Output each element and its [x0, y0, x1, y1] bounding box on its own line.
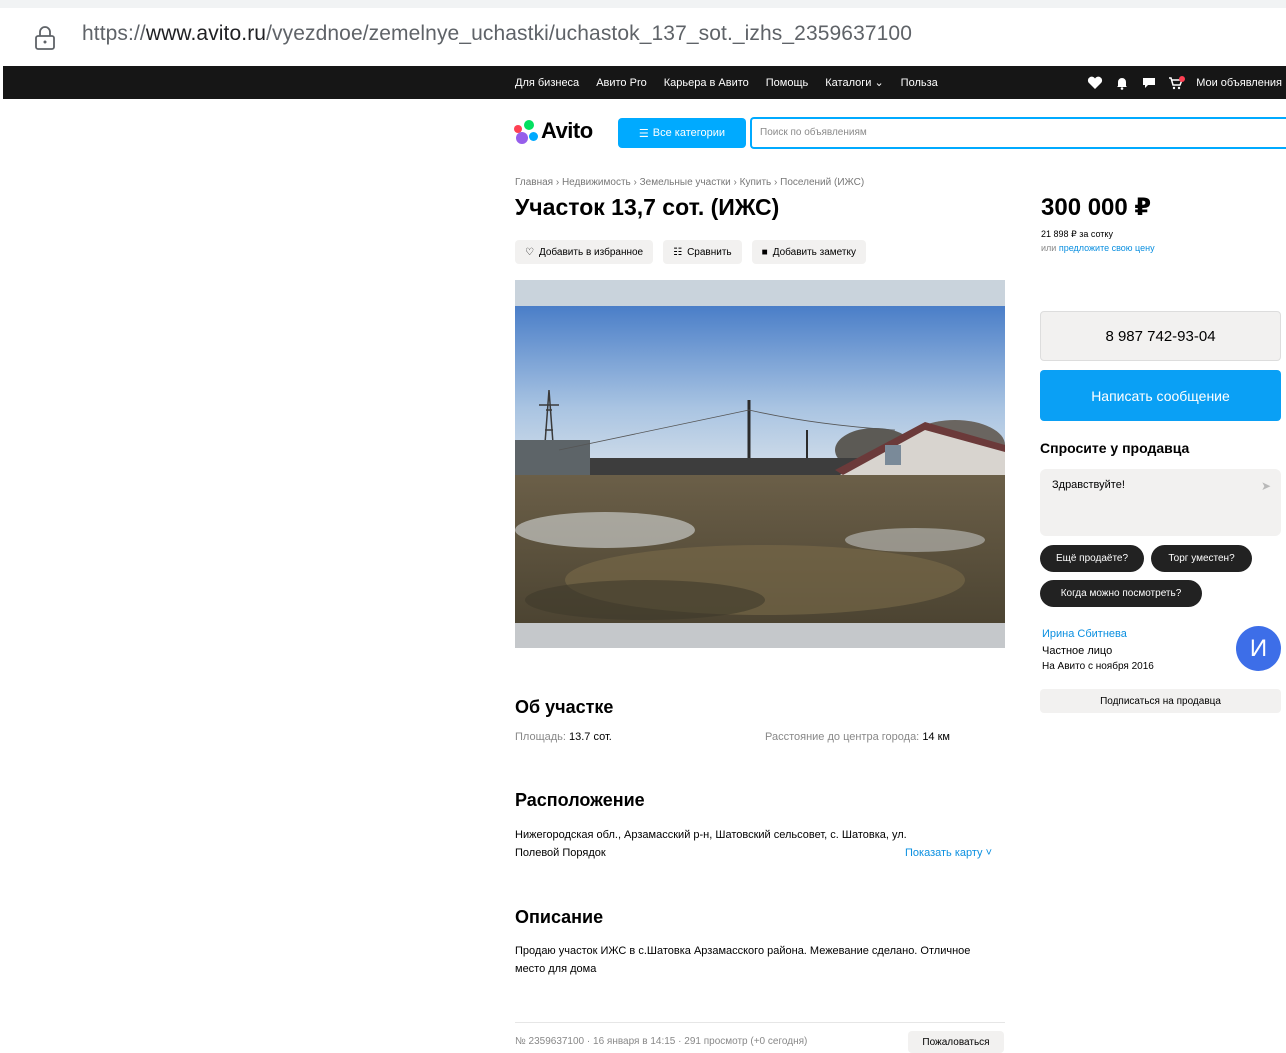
seller-name-link[interactable]: Ирина Сбитнева — [1042, 628, 1127, 640]
breadcrumb[interactable]: Главная › Недвижимость › Земельные участ… — [515, 177, 864, 188]
seller-type: Частное лицо — [1042, 645, 1113, 657]
phone-button[interactable]: 8 987 742-93-04 — [1040, 311, 1281, 361]
description-text: Продаю участок ИЖС в с.Шатовка Арзамасск… — [515, 945, 971, 975]
offer-price: или предложите свою цену — [1041, 243, 1155, 253]
seller-since: На Авито с ноября 2016 — [1042, 661, 1154, 672]
top-nav-links: Для бизнеса Авито Pro Карьера в Авито По… — [515, 66, 955, 99]
my-ads-link[interactable]: Мои объявления — [1196, 77, 1282, 89]
listing-actions: ♡ Добавить в избранное ☷ Сравнить ■ Доба… — [515, 240, 876, 264]
subscribe-seller-button[interactable]: Подписаться на продавца — [1040, 689, 1281, 713]
browser-address-bar[interactable]: https://www.avito.ru/vyezdnoe/zemelnye_u… — [0, 0, 1286, 66]
price-per-sotka: 21 898 ₽ за сотку — [1041, 229, 1113, 239]
about-heading: Об участке — [515, 697, 614, 717]
lock-icon — [35, 26, 55, 50]
quick-question-viewing[interactable]: Когда можно посмотреть? — [1040, 580, 1202, 607]
add-note-button[interactable]: ■ Добавить заметку — [751, 240, 866, 264]
top-nav-user-area: Мои объявления — [1076, 66, 1282, 99]
bell-icon[interactable] — [1114, 76, 1130, 90]
chat-icon[interactable] — [1141, 76, 1157, 90]
avito-logo[interactable]: Avito — [514, 118, 593, 144]
ask-seller-heading: Спросите у продавца — [1040, 440, 1190, 456]
nav-link-catalogs[interactable]: Каталоги ⌄ — [825, 76, 883, 89]
area-param: Площадь: 13.7 сот. — [515, 731, 612, 743]
heart-icon[interactable] — [1087, 76, 1103, 90]
distance-param: Расстояние до центра города: 14 км — [765, 731, 950, 743]
heart-outline-icon: ♡ — [525, 246, 534, 258]
all-categories-label: Все категории — [652, 127, 726, 139]
location-heading: Расположение — [515, 790, 645, 810]
nav-link-business[interactable]: Для бизнеса — [515, 77, 579, 89]
description-heading: Описание — [515, 907, 604, 927]
nav-link-benefit[interactable]: Польза — [901, 77, 938, 89]
cart-icon[interactable] — [1168, 75, 1186, 90]
nav-link-help[interactable]: Помощь — [766, 77, 809, 89]
avito-logo-text: Avito — [541, 118, 593, 143]
avatar[interactable]: И — [1236, 626, 1281, 671]
show-map-link[interactable]: Показать карту ˅ — [905, 847, 992, 859]
address-text: Нижегородская обл., Арзамасский р-н, Шат… — [515, 829, 907, 859]
note-icon: ■ — [761, 246, 768, 258]
listing-photo[interactable] — [515, 280, 1005, 648]
send-arrow-icon[interactable]: ➤ — [1261, 479, 1271, 493]
all-categories-button[interactable]: ☰ Все категории — [618, 118, 746, 148]
footer-divider — [515, 1022, 1005, 1023]
url-text[interactable]: https://www.avito.ru/vyezdnoe/zemelnye_u… — [82, 22, 912, 46]
send-message-button[interactable]: Написать сообщение — [1040, 370, 1281, 421]
report-button[interactable]: Пожаловаться — [908, 1031, 1004, 1053]
quick-question-bargain[interactable]: Торг уместен? — [1151, 545, 1252, 572]
compare-icon: ☷ — [673, 246, 683, 258]
price: 300 000 ₽ — [1041, 194, 1152, 221]
avito-logo-icon — [514, 118, 540, 144]
ask-seller-input[interactable]: Здравствуйте! ➤ — [1040, 469, 1281, 536]
listing-meta: № 2359637100 · 16 января в 14:15 · 291 п… — [515, 1036, 808, 1047]
page-title: Участок 13,7 сот. (ИЖС) — [515, 194, 780, 220]
offer-price-link[interactable]: предложите свою цену — [1059, 243, 1155, 253]
search-input[interactable]: Поиск по объявлениям — [750, 117, 1286, 149]
nav-link-avito-pro[interactable]: Авито Pro — [596, 77, 647, 89]
add-to-favorites-button[interactable]: ♡ Добавить в избранное — [515, 240, 654, 264]
top-navigation: Для бизнеса Авито Pro Карьера в Авито По… — [3, 66, 1286, 99]
nav-link-career[interactable]: Карьера в Авито — [664, 77, 749, 89]
compare-button[interactable]: ☷ Сравнить — [663, 240, 742, 264]
search-list-icon: ☰ — [638, 127, 649, 140]
quick-question-still-selling[interactable]: Ещё продаёте? — [1040, 545, 1144, 572]
land-photo-image — [515, 280, 1005, 648]
